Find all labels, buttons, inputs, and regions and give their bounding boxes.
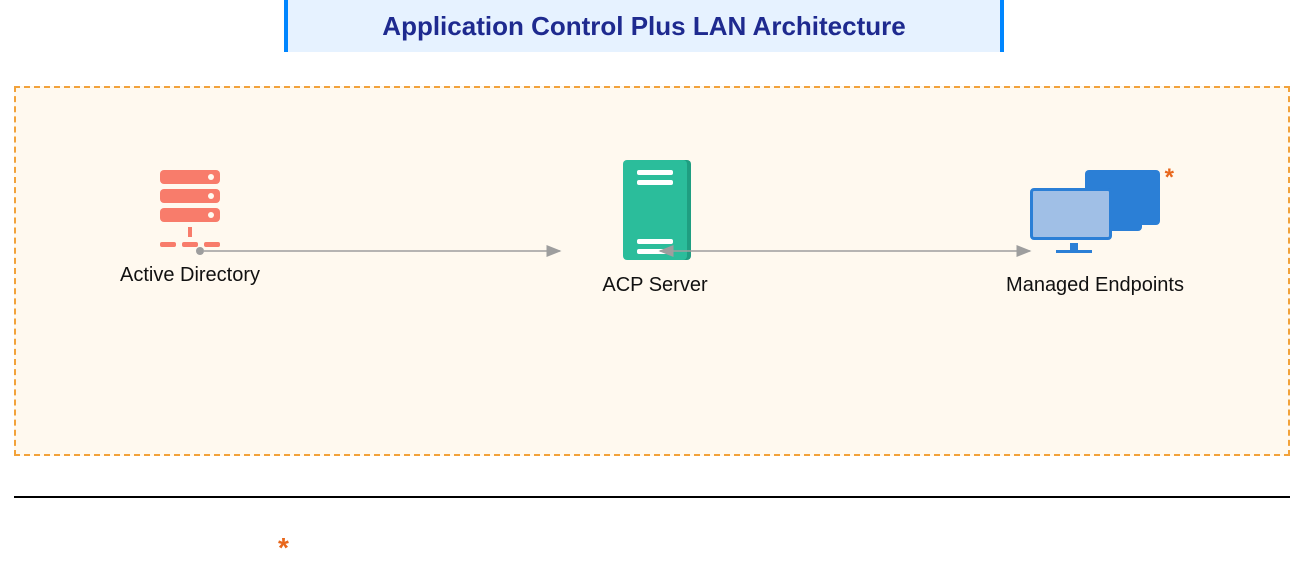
divider-line — [14, 496, 1290, 498]
footnote-asterisk: * — [278, 532, 289, 564]
node-active-directory: Active Directory — [90, 170, 290, 287]
asterisk-annotation: * — [1165, 164, 1174, 192]
node-label-me: Managed Endpoints — [995, 274, 1195, 297]
title-banner: Application Control Plus LAN Architectur… — [284, 0, 1004, 52]
node-label-ad: Active Directory — [90, 264, 290, 287]
node-acp-server: ACP Server — [555, 160, 755, 297]
node-label-acp: ACP Server — [555, 274, 755, 297]
connection-arrows — [160, 236, 1160, 266]
diagram-title: Application Control Plus LAN Architectur… — [382, 11, 905, 42]
node-managed-endpoints: * Managed Endpoints — [995, 170, 1195, 297]
